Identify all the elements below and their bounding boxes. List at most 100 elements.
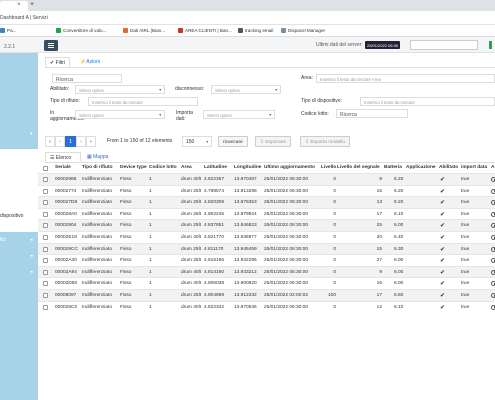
table-row[interactable]: 000027D8 Indifferenziato Fisso 1 drum 25lt 4.… [38, 196, 495, 208]
last-page-button[interactable]: » [86, 136, 96, 147]
export-model-button[interactable]: ⇩ Esporta modello [300, 136, 351, 147]
col-livello-segnale[interactable]: Livello del segnale [337, 165, 380, 170]
chevron-left-icon[interactable]: ◂ [30, 253, 33, 259]
col-seriale[interactable]: Seriale [55, 165, 71, 170]
table-row[interactable]: 00002D50 Indifferenziato Fisso 1 drum 40lt 4.… [38, 277, 495, 289]
importa-dati-select[interactable]: Select option ▼ [203, 110, 275, 119]
row-checkbox[interactable] [43, 177, 48, 182]
row-checkbox[interactable] [43, 269, 48, 275]
cell-tipo-rifiuto: Indifferenziato [82, 235, 113, 240]
first-page-button[interactable]: « [45, 136, 55, 147]
bookmark-item[interactable]: Pa... [0, 28, 16, 33]
select-all-checkbox[interactable] [43, 166, 48, 171]
clock-icon[interactable] [491, 223, 495, 229]
col-codice-lotto[interactable]: Codice lotto [149, 165, 177, 170]
col-a[interactable]: A [491, 165, 494, 170]
bookmark-item[interactable]: Convertitore di valu... [56, 28, 106, 33]
header-select[interactable] [410, 40, 478, 50]
tipo-rifiuto-input[interactable]: Inserisci il testo da cercare [88, 97, 198, 106]
row-checkbox[interactable] [43, 235, 48, 240]
chevron-left-icon[interactable]: ◂ [30, 237, 33, 243]
col-batteria[interactable]: Batteria [384, 165, 402, 170]
cell-area: drum 40lt [181, 177, 201, 182]
next-page-button[interactable]: › [76, 136, 86, 147]
tab-mappa[interactable]: ▦ Mappa [87, 154, 108, 160]
chevron-down-icon[interactable]: ▾ [30, 131, 33, 137]
col-device-type[interactable]: Device type [120, 165, 147, 170]
browser-tab[interactable]: × [0, 1, 28, 11]
col-longitudine[interactable]: Longitudine [234, 165, 261, 170]
col-livello[interactable]: Livello [321, 165, 336, 170]
bookmark-item[interactable]: Dispacel Manager [281, 28, 325, 33]
clock-icon[interactable] [491, 211, 495, 217]
table-row[interactable]: 00002A94 Indifferenziato Fisso 1 drum 40lt 4.… [38, 265, 495, 278]
col-ultimo-aggiornamento[interactable]: Ultimo aggiornamento [264, 165, 315, 170]
area-label: Area: [301, 75, 313, 81]
new-tab-button[interactable]: + [30, 1, 34, 8]
col-latitudine[interactable]: Latitudine [204, 165, 227, 170]
cell-seriale: 00002E18 [55, 235, 77, 240]
row-checkbox[interactable] [43, 223, 48, 229]
clock-icon[interactable] [491, 269, 495, 275]
tab-azioni[interactable]: ⚡Azioni [80, 59, 100, 65]
col-applicazione[interactable]: Applicazione [406, 165, 436, 170]
col-tipo-rifiuto[interactable]: Tipo di rifiuto [82, 165, 113, 170]
sidebar-item-dispositivo[interactable]: dispositivo [0, 213, 23, 219]
col-abilitato[interactable]: Abilitato [439, 165, 458, 170]
area-input[interactable]: Inserisci il testo da cercare Area [316, 74, 495, 83]
export-button[interactable]: ⇩ Esportare [255, 136, 292, 147]
codice-lotto-input[interactable]: Ricerca [336, 109, 408, 118]
address-bar[interactable]: Dashboard A | Servizi [0, 11, 495, 25]
table-row[interactable]: 00002E18 Indifferenziato Fisso 1 drum 40lt 4.… [38, 231, 495, 243]
row-checkbox[interactable] [43, 246, 48, 252]
tipo-dispositivo-input[interactable]: Inserisci il testo da cercare [360, 97, 495, 106]
page-1-button[interactable]: 1 [65, 136, 76, 147]
reload-button[interactable]: ricaricare [218, 136, 248, 147]
table-row[interactable]: 000028A0 Indifferenziato Fisso 1 drum 25lt 4.… [38, 207, 495, 220]
table-row[interactable]: 000029CC Indifferenziato Fisso 1 drum 25lt 4.… [38, 242, 495, 255]
clock-icon[interactable] [491, 246, 495, 252]
table-row[interactable]: 00002774 Indifferenziato Fisso 1 drum 25lt 4.… [38, 184, 495, 197]
cell-tipo-rifiuto: Indifferenziato [82, 188, 113, 194]
row-checkbox[interactable] [43, 281, 48, 287]
row-checkbox[interactable] [43, 188, 48, 194]
row-checkbox[interactable] [43, 211, 48, 217]
clock-icon[interactable] [491, 177, 495, 182]
table-row[interactable]: 00008097 Indifferenziato Fisso 1 drum 25lt 4.… [38, 289, 495, 301]
prev-page-button[interactable]: ‹ [55, 136, 65, 147]
close-tab-icon[interactable]: × [17, 2, 21, 8]
per-page-select[interactable]: 150 ▼ [182, 136, 212, 147]
search-input[interactable]: Ricerca [52, 74, 122, 83]
row-checkbox[interactable] [43, 304, 48, 310]
row-checkbox[interactable] [43, 200, 48, 206]
menu-toggle-button[interactable] [44, 40, 58, 51]
tab-filtri[interactable]: ✔ Filtri [45, 57, 70, 67]
clock-icon[interactable] [491, 258, 495, 264]
table-row[interactable]: 00002904 Indifferenziato Fisso 1 drum 25lt 4.… [38, 219, 495, 231]
in-aggiornamento-select[interactable]: Select option ▼ [75, 110, 165, 119]
per-page-value: 150 [186, 139, 195, 145]
col-area[interactable]: Area [181, 165, 192, 170]
clock-icon[interactable] [491, 235, 495, 240]
sidebar-item-edifici[interactable]: fici [0, 237, 6, 243]
cell-ultimo-aggiornamento: 25/01/2022 06:30:00 [264, 281, 309, 287]
chevron-left-icon[interactable]: ◂ [30, 269, 33, 275]
clock-icon[interactable] [491, 304, 495, 310]
tab-elenco[interactable]: ☰ Elenco [45, 152, 81, 162]
bookmark-item[interactable]: tracking email [238, 28, 273, 33]
clock-icon[interactable] [491, 281, 495, 287]
col-import-data[interactable]: import data [461, 165, 487, 170]
disconnesso-select[interactable]: Select option ▼ [211, 85, 281, 94]
abilitato-select[interactable]: Select option ▼ [75, 85, 165, 94]
cell-batteria: 6.10 [394, 211, 404, 217]
bookmark-item[interactable]: Dati AIRL (Bian... [123, 28, 165, 33]
table-row[interactable]: 00002A30 Indifferenziato Fisso 1 drum 25lt 4.… [38, 254, 495, 266]
table-row[interactable]: 000028C0 Indifferenziato Fisso 1 drum 40lt 4.… [38, 300, 495, 313]
row-checkbox[interactable] [43, 293, 48, 298]
clock-icon[interactable] [491, 293, 495, 298]
table-row[interactable]: 00002968 Indifferenziato Fisso 1 drum 40lt 4.… [38, 173, 495, 185]
clock-icon[interactable] [491, 188, 495, 194]
row-checkbox[interactable] [43, 258, 48, 264]
clock-icon[interactable] [491, 200, 495, 206]
bookmark-item[interactable]: AREA CLIENTI | Ban... [178, 28, 232, 33]
